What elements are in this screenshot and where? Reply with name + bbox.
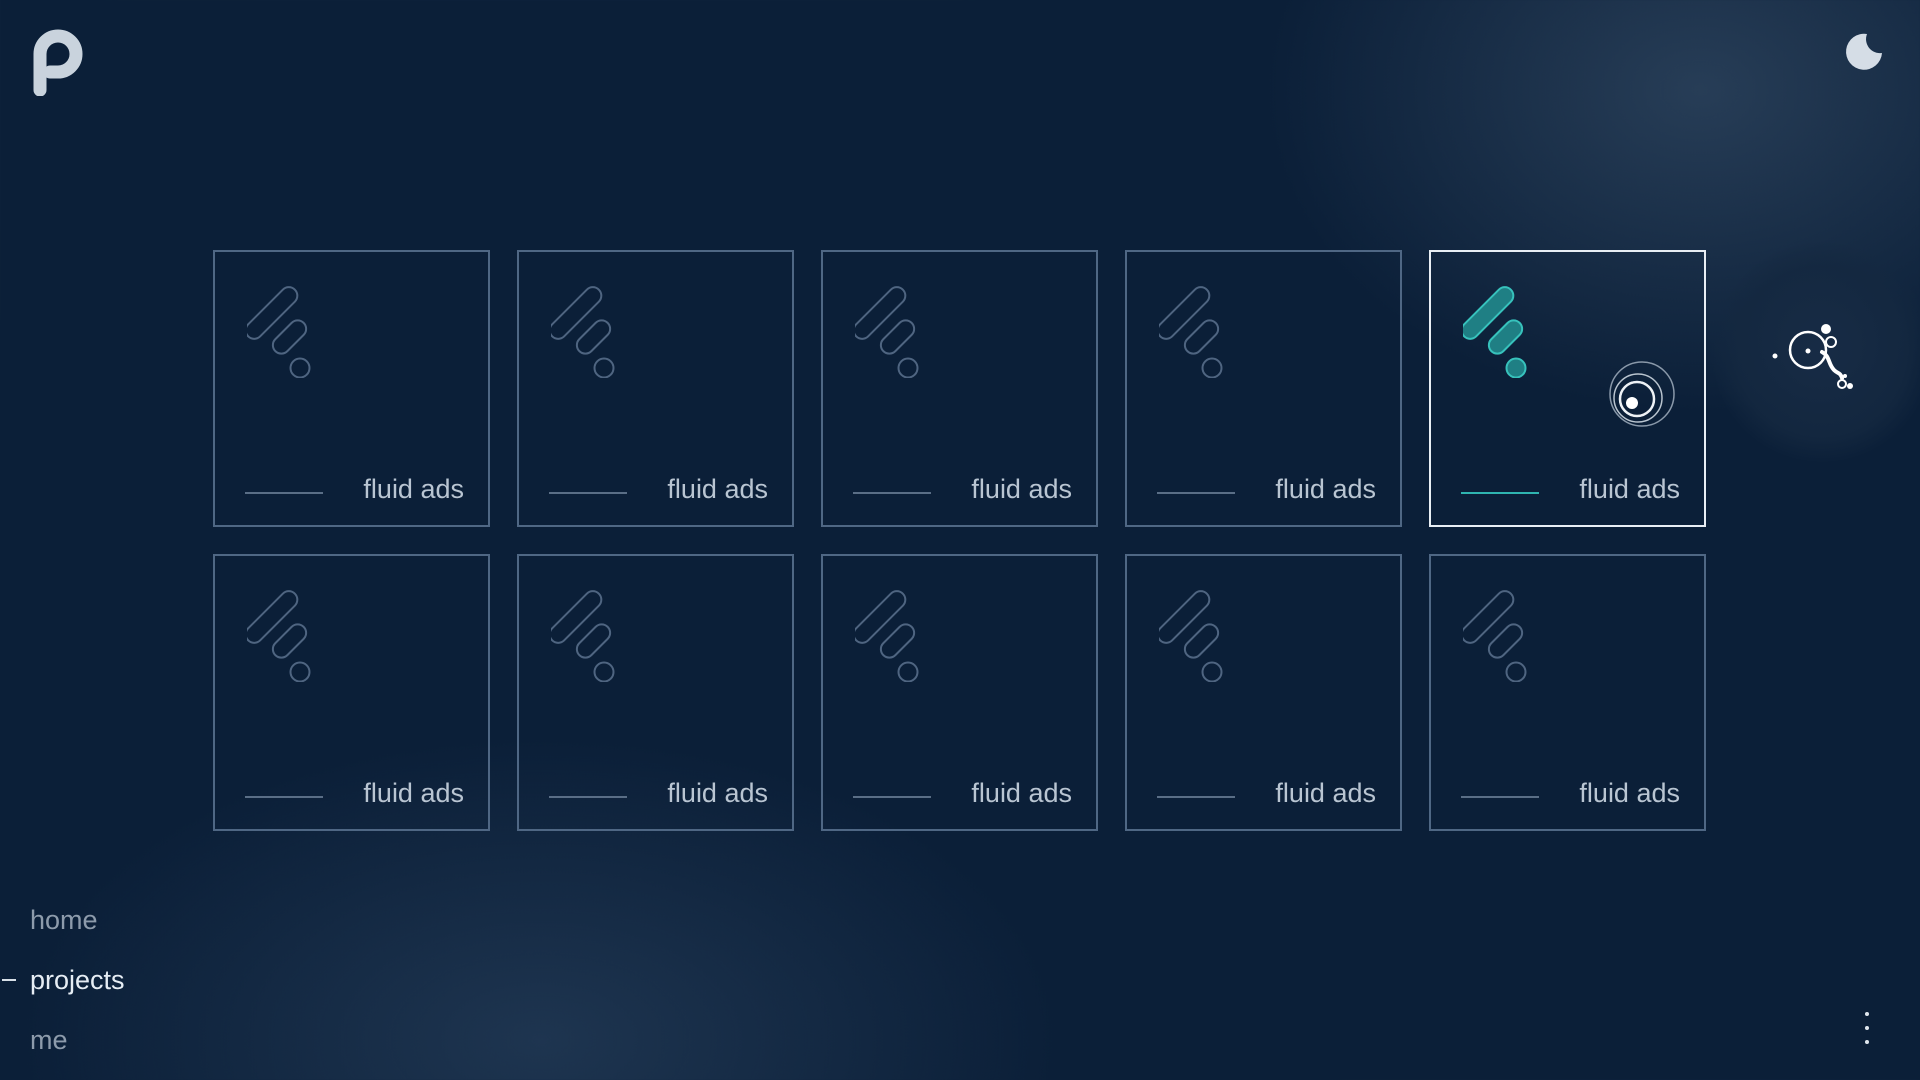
card-title: fluid ads (363, 474, 464, 504)
project-card[interactable]: fluid ads (517, 554, 794, 831)
fluid-ads-icon (1463, 286, 1527, 378)
card-underline (245, 492, 323, 494)
card-title: fluid ads (1275, 778, 1376, 808)
fluid-ads-icon (855, 286, 919, 378)
card-underline (1157, 796, 1235, 798)
nav-item-label: projects (30, 964, 125, 995)
card-underline (1461, 796, 1539, 798)
project-card[interactable]: fluid ads (821, 554, 1098, 831)
moon-icon[interactable] (1842, 28, 1888, 74)
fluid-ads-icon (1463, 590, 1527, 682)
active-indicator (2, 979, 16, 981)
project-card[interactable]: fluid ads (213, 554, 490, 831)
menu-dot (1865, 1012, 1869, 1016)
card-title: fluid ads (1579, 474, 1680, 504)
fluid-ads-icon (247, 286, 311, 378)
p-logo-icon[interactable] (28, 28, 86, 96)
card-underline (549, 492, 627, 494)
fluid-ads-icon (1159, 286, 1223, 378)
card-title: fluid ads (971, 474, 1072, 504)
card-title: fluid ads (1275, 474, 1376, 504)
fluid-ads-icon (855, 590, 919, 682)
card-title: fluid ads (667, 474, 768, 504)
project-card[interactable]: fluid ads (1125, 250, 1402, 527)
fluid-ads-icon (551, 286, 615, 378)
nav-item-label: home (30, 904, 98, 935)
planet-doodle-icon (1772, 324, 1853, 389)
fluid-ads-icon (247, 590, 311, 682)
card-underline (549, 796, 627, 798)
card-underline (853, 796, 931, 798)
project-card[interactable]: fluid ads (821, 250, 1098, 527)
project-card[interactable]: fluid ads (1125, 554, 1402, 831)
card-title: fluid ads (667, 778, 768, 808)
card-title: fluid ads (971, 778, 1072, 808)
card-title: fluid ads (363, 778, 464, 808)
project-card[interactable]: fluid ads (213, 250, 490, 527)
project-card[interactable]: fluid ads (1429, 554, 1706, 831)
more-vertical-icon[interactable] (1860, 1010, 1874, 1046)
projects-grid: fluid ads fluid ads fluid ads fluid ads … (213, 250, 1706, 831)
card-underline (1157, 492, 1235, 494)
nav-item-label: me (30, 1024, 68, 1055)
cursor-rings-icon (1609, 361, 1675, 427)
project-card[interactable]: fluid ads (517, 250, 794, 527)
menu-dot (1865, 1040, 1869, 1044)
card-underline (245, 796, 323, 798)
project-card-active[interactable]: fluid ads (1429, 250, 1706, 527)
card-underline (853, 492, 931, 494)
card-underline (1461, 492, 1539, 494)
fluid-ads-icon (551, 590, 615, 682)
fluid-ads-icon (1159, 590, 1223, 682)
menu-dot (1865, 1026, 1869, 1030)
card-title: fluid ads (1579, 778, 1680, 808)
